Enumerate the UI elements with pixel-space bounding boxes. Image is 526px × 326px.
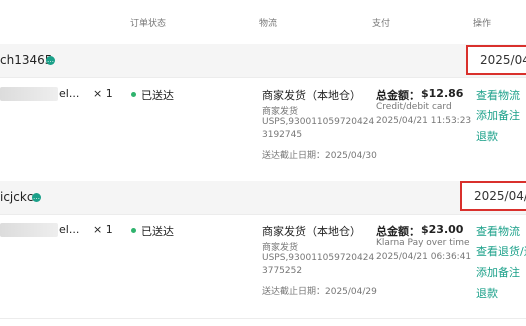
view-logistics-link[interactable]: 查看物流 <box>476 87 520 103</box>
quantity: × 1 <box>93 87 113 100</box>
tracking-number-cont[interactable]: 3192745 <box>262 130 302 140</box>
total-label: 总金额： <box>376 89 420 102</box>
product-name-suffix[interactable]: el... <box>59 87 79 100</box>
refund-link[interactable]: 退款 <box>476 285 498 301</box>
order-customer-id[interactable]: icjckc <box>0 190 33 204</box>
chat-icon[interactable]: … <box>32 193 41 202</box>
add-note-link[interactable]: 添加备注 <box>476 264 520 280</box>
order-date-highlight: 2025/04/ <box>466 45 526 75</box>
refund-link[interactable]: 退款 <box>476 128 498 144</box>
chat-icon[interactable]: … <box>46 56 55 65</box>
table-header: 订单状态 物流 支付 操作 <box>0 0 526 44</box>
view-return-link[interactable]: 查看退货/退 <box>476 243 526 259</box>
total-value: $12.86 <box>421 87 464 100</box>
header-actions: 操作 <box>473 19 492 29</box>
order-header-band <box>0 181 526 214</box>
order-status: 已送达 <box>141 89 174 102</box>
header-logistics: 物流 <box>259 19 278 29</box>
payment-time: 2025/04/21 11:53:23 <box>376 116 472 126</box>
payment-time: 2025/04/21 06:36:41 <box>376 252 472 262</box>
header-order-status: 订单状态 <box>130 19 167 29</box>
order-date-highlight: 2025/04/2 <box>460 181 526 211</box>
quantity: × 1 <box>93 223 113 236</box>
tracking-number-cont[interactable]: 3775252 <box>262 266 302 276</box>
total-label: 总金额： <box>376 225 420 238</box>
payment-method: Credit/debit card <box>376 102 452 112</box>
order-customer-id[interactable]: ch13465 <box>0 53 52 67</box>
total-value: $23.00 <box>421 223 464 236</box>
delivery-deadline: 送达截止日期：2025/04/29 <box>262 287 377 297</box>
order-status: 已送达 <box>141 225 174 238</box>
logistics-title: 商家发货（本地仓） <box>262 225 361 238</box>
status-dot-icon <box>131 92 136 97</box>
view-logistics-link[interactable]: 查看物流 <box>476 223 520 239</box>
logistics-sub: 商家发货 <box>262 243 299 253</box>
divider <box>0 214 526 215</box>
delivery-deadline: 送达截止日期：2025/04/30 <box>262 151 377 161</box>
logistics-title: 商家发货（本地仓） <box>262 89 361 102</box>
order-header-band <box>0 44 526 77</box>
logistics-sub: 商家发货 <box>262 107 299 117</box>
add-note-link[interactable]: 添加备注 <box>476 107 520 123</box>
order-date: 2025/04/2 <box>474 189 526 203</box>
status-dot-icon <box>131 228 136 233</box>
tracking-number[interactable]: USPS,930011059720424 <box>262 253 374 263</box>
tracking-number[interactable]: USPS,930011059720424 <box>262 117 374 127</box>
order-date: 2025/04/ <box>480 53 526 67</box>
product-name-suffix[interactable]: el... <box>59 223 79 236</box>
product-name-blurred <box>0 87 58 101</box>
payment-method: Klarna Pay over time <box>376 238 470 248</box>
header-payment: 支付 <box>372 19 391 29</box>
divider <box>0 77 526 78</box>
divider <box>0 318 526 319</box>
product-name-blurred <box>0 223 58 237</box>
